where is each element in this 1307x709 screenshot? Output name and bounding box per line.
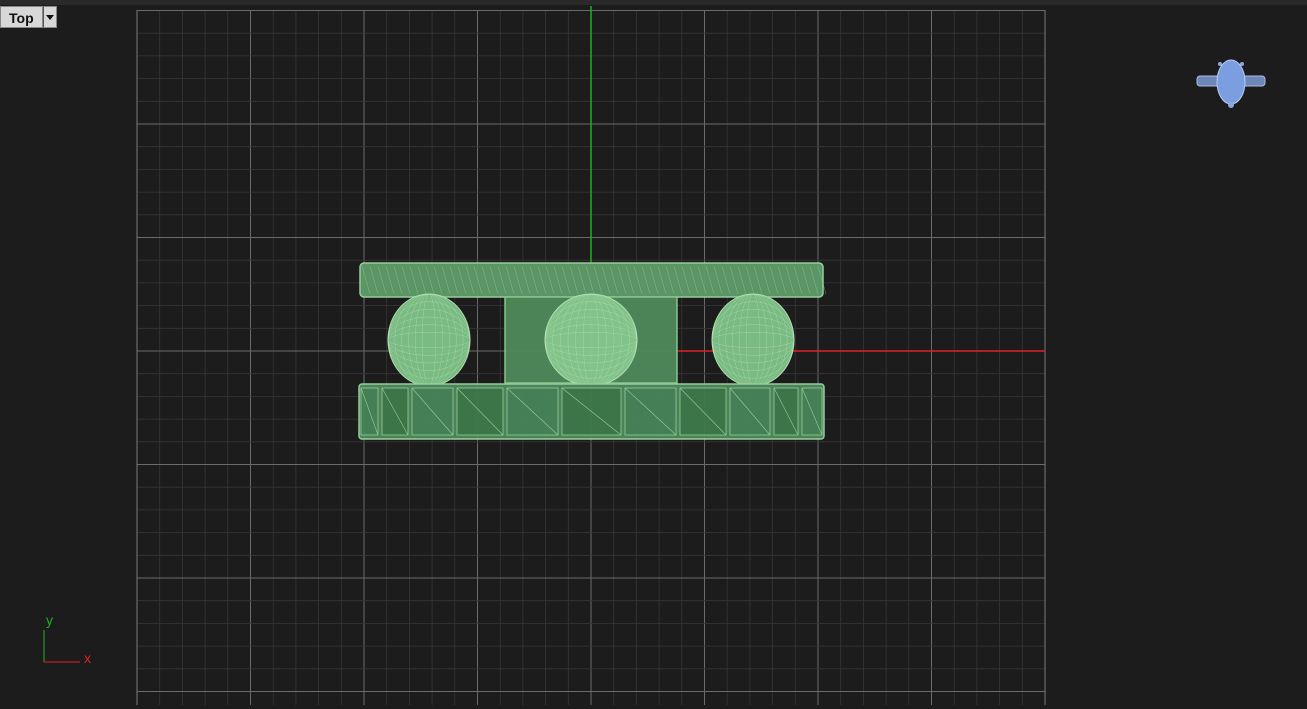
viewport-title-tab[interactable]: Top [0,6,57,28]
model-sphere-left [387,293,471,387]
model-sphere-center [544,293,638,387]
axis-indicator-y-label: y [46,612,53,628]
model-assembly [358,262,827,440]
drone-icon[interactable] [1196,59,1266,108]
scene-canvas[interactable] [0,0,1307,709]
viewport-title[interactable]: Top [0,6,43,28]
viewport-top[interactable]: Top y x [0,0,1307,709]
base-mesh [360,387,823,436]
model-sphere-right [711,293,795,387]
axis-indicator-x-label: x [84,650,91,666]
chevron-down-icon[interactable] [42,6,57,28]
